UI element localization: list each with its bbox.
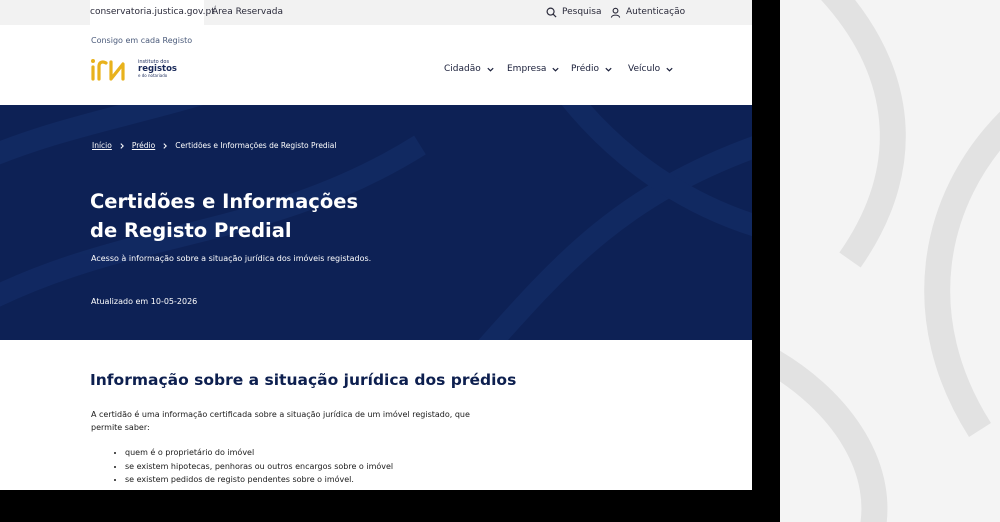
chevron-down-icon [605, 67, 612, 72]
search-link[interactable]: Pesquisa [546, 0, 601, 25]
breadcrumb-current: Certidões e Informações de Registo Predi… [175, 141, 337, 150]
browser-page: conservatoria.justica.gov.pt Área Reserv… [0, 0, 752, 490]
updated-date: Atualizado em 10-05-2026 [91, 297, 198, 306]
chevron-down-icon [552, 67, 560, 72]
list-item: se existem pedidos de registo pendentes … [125, 473, 393, 487]
nav-cidadao[interactable]: Cidadão [444, 64, 495, 74]
nav-predio[interactable]: Prédio [571, 64, 613, 74]
logo-text: instituto dos registos e do notariado [138, 60, 177, 78]
page-title: Certidões e Informações de Registo Predi… [90, 190, 359, 242]
background-panel [780, 0, 1000, 522]
nav-label: Prédio [571, 64, 600, 74]
breadcrumb-predio[interactable]: Prédio [132, 141, 155, 150]
nav-veiculo[interactable]: Veículo [628, 64, 674, 74]
tagline: Consigo em cada Registo [91, 36, 193, 45]
auth-link[interactable]: Autenticação [610, 0, 685, 25]
section-title: Informação sobre a situação jurídica dos… [90, 371, 517, 389]
page-subtitle: Acesso à informação sobre a situação jur… [91, 254, 372, 263]
chevron-down-icon [487, 67, 494, 72]
info-list: quem é o proprietário do imóvel se exist… [107, 446, 393, 487]
nav-label: Cidadão [444, 64, 481, 74]
breadcrumb-inicio[interactable]: Início [92, 141, 112, 150]
window-gap [752, 0, 780, 522]
auth-label: Autenticação [626, 7, 686, 17]
tab-area-reservada[interactable]: Área Reservada [212, 0, 283, 25]
chevron-down-icon [666, 67, 673, 72]
user-icon [610, 7, 621, 18]
watermark-pattern [780, 0, 1000, 522]
breadcrumb: Início Prédio Certidões e Informações de… [92, 141, 336, 150]
chevron-right-icon [163, 142, 168, 149]
list-item: se existem hipotecas, penhoras ou outros… [125, 460, 393, 474]
nav-label: Veículo [628, 64, 661, 74]
search-icon [546, 7, 557, 18]
intro-paragraph: A certidão é uma informação certificada … [91, 410, 470, 432]
search-label: Pesquisa [562, 7, 602, 17]
logo-line3: e do notariado [138, 72, 168, 78]
utility-bar: conservatoria.justica.gov.pt Área Reserv… [0, 0, 752, 25]
chevron-right-icon [120, 142, 124, 149]
tab-conservatoria[interactable]: conservatoria.justica.gov.pt [90, 0, 215, 25]
nav-empresa[interactable]: Empresa [507, 64, 560, 74]
nav-label: Empresa [507, 64, 547, 74]
list-item: quem é o proprietário do imóvel [125, 446, 393, 460]
